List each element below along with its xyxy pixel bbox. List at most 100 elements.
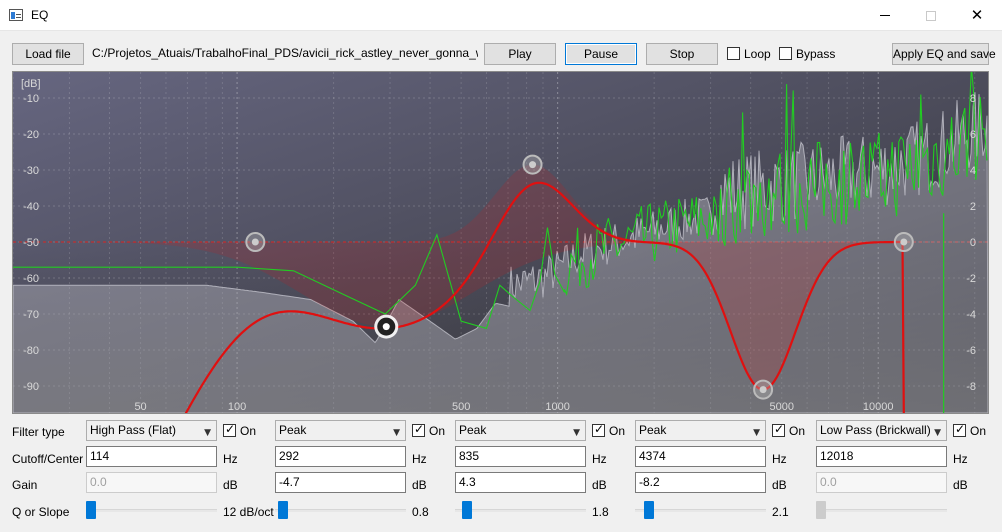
band2-q-slider-thumb[interactable] xyxy=(278,501,288,519)
band1-freq-field[interactable]: 114 xyxy=(86,446,217,467)
apply-eq-save-button[interactable]: Apply EQ and save xyxy=(892,43,996,65)
band3-q-value: 1.8 xyxy=(592,505,609,519)
band4-filter-type-select[interactable]: Peak ▼ xyxy=(635,420,766,441)
band5-gain-field[interactable]: 0.0 xyxy=(816,472,947,493)
band5-q-slider[interactable] xyxy=(816,509,947,512)
load-file-button[interactable]: Load file xyxy=(12,43,84,65)
q-label: Q or Slope xyxy=(12,505,70,519)
title-bar: EQ ✕ xyxy=(0,0,1002,31)
window-title: EQ xyxy=(31,8,49,22)
band2-gain-field[interactable]: -4.7 xyxy=(275,472,406,493)
band1-freq-unit: Hz xyxy=(223,452,238,466)
band4-on-label: On xyxy=(789,424,806,438)
loop-checkbox[interactable] xyxy=(727,47,740,60)
band1-q-slider[interactable] xyxy=(86,509,217,512)
band3-filter-type-select[interactable]: Peak ▼ xyxy=(455,420,586,441)
left-axis-tick: -10 xyxy=(23,93,39,105)
band4-gain-field[interactable]: -8.2 xyxy=(635,472,766,493)
right-axis-tick: 2 xyxy=(970,201,976,213)
right-axis-tick: 4 xyxy=(970,165,976,177)
band4-freq-field[interactable]: 4374 xyxy=(635,446,766,467)
band5-freq-field[interactable]: 12018 xyxy=(816,446,947,467)
left-axis-tick: -30 xyxy=(23,165,39,177)
band1-q-value: 12 dB/oct xyxy=(223,505,274,519)
chevron-down-icon: ▼ xyxy=(573,428,580,438)
pause-button[interactable]: Pause xyxy=(565,43,637,65)
right-axis-tick: -8 xyxy=(966,381,976,393)
band5-freq-unit: Hz xyxy=(953,452,968,466)
band3-q-slider[interactable] xyxy=(455,509,586,512)
handle-dot xyxy=(382,323,390,331)
band4-q-slider[interactable] xyxy=(635,509,766,512)
handle-dot xyxy=(529,161,537,169)
band2-on-checkbox[interactable] xyxy=(412,422,425,437)
band-4-handle[interactable] xyxy=(753,379,774,400)
band5-q-slider-thumb[interactable] xyxy=(816,501,826,519)
band1-q-slider-thumb[interactable] xyxy=(86,501,96,519)
band-2-handle[interactable] xyxy=(374,314,399,339)
left-axis-tick: -50 xyxy=(23,237,39,249)
band2-q-slider[interactable] xyxy=(275,509,406,512)
eq-plot-canvas[interactable]: [dB] -10 -20 -30 -40 -50 -60 -70 -80 -90 8 6 4 2 0 -2 -4… xyxy=(12,66,989,432)
band5-filter-type-select[interactable]: Low Pass (Brickwall) ▼ xyxy=(816,420,947,441)
loop-label: Loop xyxy=(744,47,771,61)
band1-gain-field[interactable]: 0.0 xyxy=(86,472,217,493)
band5-on-label: On xyxy=(970,424,987,438)
chevron-down-icon: ▼ xyxy=(934,428,941,438)
chevron-down-icon: ▼ xyxy=(204,428,211,438)
eq-spectrum-plot[interactable]: [dB] -10 -20 -30 -40 -50 -60 -70 -80 -90 8 6 4 2 0 -2 -4… xyxy=(12,66,989,432)
band1-gain-unit: dB xyxy=(223,478,238,492)
band3-gain-unit: dB xyxy=(592,478,607,492)
close-button[interactable]: ✕ xyxy=(954,0,1000,31)
band3-on-checkbox[interactable] xyxy=(592,422,605,437)
minimize-button[interactable] xyxy=(862,0,908,31)
handle-dot xyxy=(251,238,259,246)
band1-on-checkbox[interactable] xyxy=(223,422,236,437)
left-axis-tick: -80 xyxy=(23,345,39,357)
chevron-down-icon: ▼ xyxy=(393,428,400,438)
band3-q-slider-thumb[interactable] xyxy=(462,501,472,519)
band2-freq-unit: Hz xyxy=(412,452,427,466)
cutoff-label: Cutoff/Center xyxy=(12,452,84,466)
band5-on-checkbox[interactable] xyxy=(953,422,966,437)
handle-dot xyxy=(900,238,908,246)
left-axis-tick: -40 xyxy=(23,201,39,213)
filter-type-label: Filter type xyxy=(12,425,65,439)
right-axis-tick: -2 xyxy=(966,273,976,285)
right-axis-tick: 0 xyxy=(970,237,976,249)
right-axis-tick: -4 xyxy=(966,309,976,321)
band2-gain-unit: dB xyxy=(412,478,427,492)
left-axis-tick: -60 xyxy=(23,273,39,285)
band3-freq-field[interactable]: 835 xyxy=(455,446,586,467)
band-3-handle[interactable] xyxy=(522,154,543,175)
band2-filter-type-select[interactable]: Peak ▼ xyxy=(275,420,406,441)
bypass-checkbox[interactable] xyxy=(779,47,792,60)
freq-axis-tick: 100 xyxy=(228,401,246,413)
band1-on-label: On xyxy=(240,424,257,438)
freq-axis-tick: 500 xyxy=(452,401,470,413)
freq-axis-tick: 50 xyxy=(134,401,146,413)
chevron-down-icon: ▼ xyxy=(753,428,760,438)
right-axis-tick: 8 xyxy=(970,93,976,105)
play-button[interactable]: Play xyxy=(484,43,556,65)
right-axis-tick: -6 xyxy=(966,345,976,357)
maximize-button[interactable] xyxy=(908,0,954,31)
freq-axis-tick: 1000 xyxy=(545,401,569,413)
band4-q-slider-thumb[interactable] xyxy=(644,501,654,519)
close-icon: ✕ xyxy=(970,6,984,24)
stop-button[interactable]: Stop xyxy=(646,43,718,65)
band1-filter-type-select[interactable]: High Pass (Flat) ▼ xyxy=(86,420,217,441)
handle-dot xyxy=(759,386,767,394)
band2-freq-field[interactable]: 292 xyxy=(275,446,406,467)
db-unit-label: [dB] xyxy=(21,78,41,90)
freq-axis-tick: 10000 xyxy=(863,401,894,413)
band-5-handle[interactable] xyxy=(893,232,914,252)
band4-q-value: 2.1 xyxy=(772,505,789,519)
band4-on-checkbox[interactable] xyxy=(772,422,785,437)
freq-axis-tick: 5000 xyxy=(769,401,793,413)
maximize-icon xyxy=(926,10,936,21)
band-1-handle[interactable] xyxy=(245,232,266,252)
band3-gain-field[interactable]: 4.3 xyxy=(455,472,586,493)
band3-on-label: On xyxy=(609,424,626,438)
band5-gain-unit: dB xyxy=(953,478,968,492)
